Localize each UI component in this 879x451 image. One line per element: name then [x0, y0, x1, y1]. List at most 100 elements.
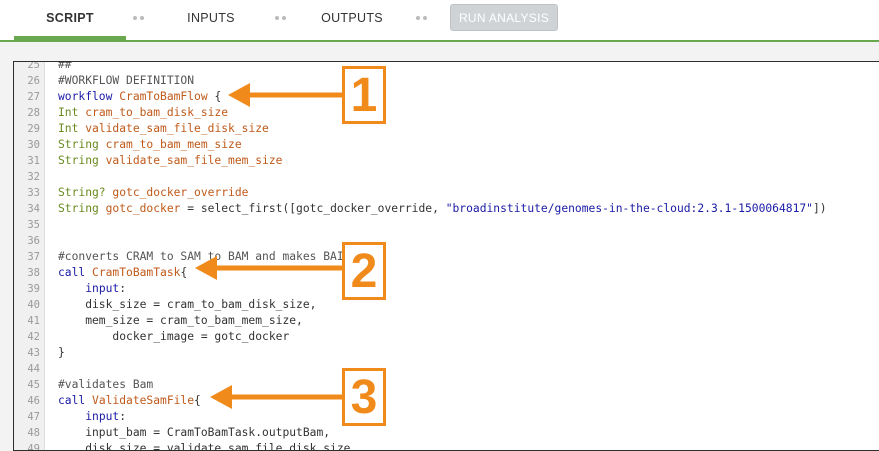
line-number: 38 — [27, 267, 40, 279]
line-number: 49 — [27, 443, 40, 451]
code-line[interactable]: 33 String? gotc_docker_override — [14, 185, 879, 201]
code-text: workflow CramToBamFlow { — [58, 89, 221, 105]
arrow-left-icon — [228, 83, 342, 107]
line-number: 35 — [27, 219, 40, 231]
code-line[interactable]: 35 — [14, 217, 879, 233]
code-text: Int cram_to_bam_disk_size — [58, 105, 228, 121]
code-line[interactable]: 34 String gotc_docker = select_first([got… — [14, 201, 879, 217]
tab-outputs[interactable]: OUTPUTS — [310, 0, 394, 40]
code-line[interactable]: 43} — [14, 345, 879, 361]
line-number: 37 — [27, 251, 40, 263]
code-token: Int — [58, 122, 86, 135]
code-text: #WORKFLOW DEFINITION — [58, 73, 194, 89]
code-line[interactable]: 27 workflow CramToBamFlow { — [14, 89, 879, 105]
code-text: call CramToBamTask{ — [58, 265, 187, 281]
code-line[interactable]: 46 call ValidateSamFile{ — [14, 393, 879, 409]
code-text: Int validate_sam_file_disk_size — [58, 121, 269, 137]
code-text: docker_image = gotc_docker — [58, 329, 289, 345]
code-line[interactable]: 48 input_bam = CramToBamTask.outputBam, — [14, 425, 879, 441]
code-line[interactable]: 32 — [14, 169, 879, 185]
code-token: disk_size = cram_to_bam_disk_size, — [58, 298, 317, 311]
tab-inputs[interactable]: INPUTS — [170, 0, 252, 40]
code-editor[interactable]: 25 ## 26 #WORKFLOW DEFINITION 27 workflow Cra… — [13, 61, 879, 451]
code-text: String cram_to_bam_mem_size — [58, 137, 242, 153]
code-line[interactable]: 30 String cram_to_bam_mem_size — [14, 137, 879, 153]
code-text: #validates Bam — [58, 377, 153, 393]
callout-badge-3: 3 — [342, 368, 386, 426]
code-token: String — [58, 154, 106, 167]
active-tab-indicator — [14, 36, 126, 40]
code-token: String? — [58, 186, 113, 199]
code-line[interactable]: 36 — [14, 233, 879, 249]
code-text: input: — [58, 409, 126, 425]
line-number: 28 — [27, 107, 40, 119]
line-number: 25 — [27, 61, 40, 71]
code-line[interactable]: 37 #converts CRAM to SAM to BAM and makes… — [14, 249, 879, 265]
code-token: { — [207, 90, 222, 103]
code-token: CramToBamTask — [92, 266, 181, 279]
line-number: 41 — [27, 315, 40, 327]
code-line[interactable]: 39 input: — [14, 281, 879, 297]
code-token: validate_sam_file_disk_size — [85, 122, 269, 135]
drag-handle-icon — [275, 14, 289, 22]
code-text: input_bam = CramToBamTask.outputBam, — [58, 425, 330, 441]
code-line[interactable]: 28 Int cram_to_bam_disk_size — [14, 105, 879, 121]
line-number: 34 — [27, 203, 40, 215]
line-number: 27 — [27, 91, 40, 103]
code-text: } — [58, 345, 65, 361]
arrow-left-icon — [195, 256, 343, 280]
code-token: : — [119, 410, 127, 423]
code-token: input — [85, 282, 120, 295]
code-token: cram_to_bam_mem_size — [105, 138, 242, 151]
drag-handle-icon — [416, 14, 430, 22]
code-line[interactable]: 45 #validates Bam — [14, 377, 879, 393]
code-token: CramToBamFlow — [119, 90, 208, 103]
code-line[interactable]: 42 docker_image = gotc_docker — [14, 329, 879, 345]
code-line[interactable]: 41 mem_size = cram_to_bam_mem_size, — [14, 313, 879, 329]
code-token: String — [58, 202, 106, 215]
run-analysis-button[interactable]: RUN ANALYSIS — [450, 4, 558, 31]
code-token: Int — [58, 106, 86, 119]
callout-badge-2: 2 — [342, 242, 386, 300]
code-token: workflow — [58, 90, 120, 103]
code-token: { — [194, 394, 201, 407]
code-text: mem_size = cram_to_bam_mem_size, — [58, 313, 303, 329]
line-number: 48 — [27, 427, 40, 439]
code-line[interactable]: 26 #WORKFLOW DEFINITION — [14, 73, 879, 89]
line-number: 29 — [27, 123, 40, 135]
code-token: #validates Bam — [58, 378, 154, 391]
code-line[interactable]: 47 input: — [14, 409, 879, 425]
line-number: 42 — [27, 331, 40, 343]
code-token: gotc_docker_override — [112, 186, 249, 199]
code-line[interactable]: 49 disk_size = validate_sam_file_disk_si… — [14, 441, 879, 451]
code-text: ## — [58, 62, 72, 73]
code-token: docker_image = gotc_docker — [58, 330, 290, 343]
code-line[interactable]: 31 String validate_sam_file_mem_size — [14, 153, 879, 169]
tab-bar: SCRIPT INPUTS OUTPUTS RUN ANALYSIS — [0, 0, 879, 42]
callout-badge-1: 1 — [342, 66, 386, 124]
code-token: #WORKFLOW DEFINITION — [58, 74, 195, 87]
code-line[interactable]: 29 Int validate_sam_file_disk_size — [14, 121, 879, 137]
code-line[interactable]: 38 call CramToBamTask{ — [14, 265, 879, 281]
code-line[interactable]: 25 ## — [14, 61, 879, 73]
line-number: 31 — [27, 155, 40, 167]
code-line[interactable]: 40 disk_size = cram_to_bam_disk_size, — [14, 297, 879, 313]
code-text: String? gotc_docker_override — [58, 185, 248, 201]
line-number: 30 — [27, 139, 40, 151]
code-token: call — [58, 266, 93, 279]
tab-script[interactable]: SCRIPT — [14, 0, 126, 40]
code-text: disk_size = cram_to_bam_disk_size, — [58, 297, 316, 313]
line-number: 33 — [27, 187, 40, 199]
code-token: String — [58, 138, 106, 151]
code-text: disk_size = validate_sam_file_disk_size, — [58, 441, 357, 450]
code-token: call — [58, 394, 93, 407]
code-token: "broadinstitute/genomes-in-the-cloud:2.3… — [445, 202, 813, 215]
code-token: input_bam = CramToBamTask.outputBam, — [58, 426, 331, 439]
code-text: input: — [58, 281, 126, 297]
code-token: ]) — [812, 202, 827, 215]
code-token: mem_size = cram_to_bam_mem_size, — [58, 314, 303, 327]
code-token: gotc_docker — [105, 202, 181, 215]
code-token: cram_to_bam_disk_size — [85, 106, 229, 119]
code-line[interactable]: 44 — [14, 361, 879, 377]
